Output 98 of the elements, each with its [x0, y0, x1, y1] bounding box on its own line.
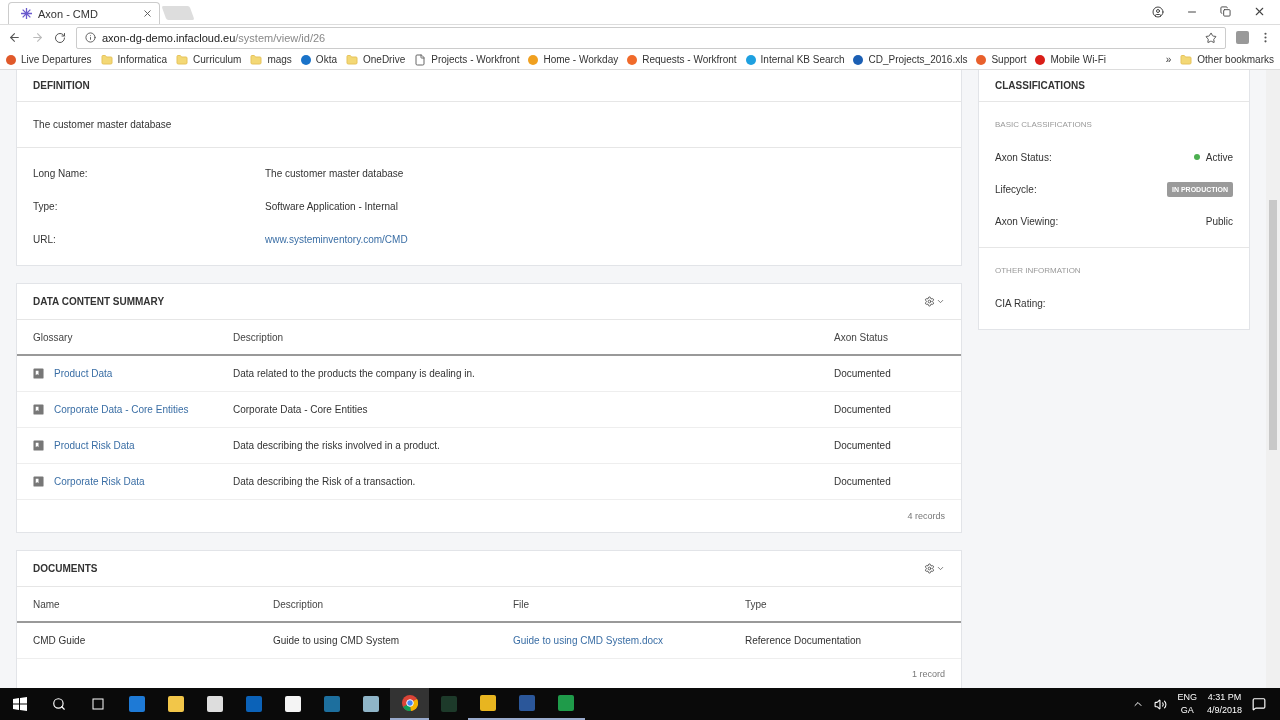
description-text: The customer master database — [33, 119, 172, 130]
app-icon[interactable] — [362, 696, 379, 712]
more-bookmarks-button[interactable]: » — [1165, 54, 1172, 65]
book-icon — [33, 368, 44, 379]
info-icon — [85, 32, 96, 43]
bookmark-link[interactable]: Home - Workday — [528, 54, 619, 65]
bookmark-link[interactable]: Requests - Workfront — [627, 54, 737, 65]
table-cell-text: Data describing the risks involved in a product. — [233, 440, 441, 451]
field-label: Axon Status: — [995, 151, 1052, 163]
language-label[interactable]: ENG — [1177, 691, 1197, 704]
url-path: /system/view/id/26 — [235, 31, 326, 44]
column-header: Description — [233, 331, 285, 343]
table-cell-text: Guide to using CMD System — [273, 635, 401, 646]
card-title: DOCUMENTS — [33, 563, 98, 574]
section-heading: OTHER INFORMATION — [994, 265, 1082, 277]
app-icon[interactable] — [479, 695, 496, 711]
clock-time[interactable]: 4:31 PM — [1207, 691, 1242, 704]
restore-icon[interactable] — [1220, 6, 1231, 17]
glossary-link[interactable]: Corporate Data - Core Entities — [54, 404, 189, 415]
close-icon[interactable] — [1253, 5, 1266, 18]
bookmark-link[interactable]: OneDrive — [346, 53, 406, 66]
browser-tab[interactable]: Axon - CMD — [8, 2, 160, 24]
column-header: Description — [273, 598, 325, 610]
column-header: Type — [745, 598, 768, 610]
field-label: Lifecycle: — [995, 183, 1037, 195]
table-cell-text: CMD Guide — [33, 635, 87, 646]
bookmark-link[interactable]: CD_Projects_2016.xls — [853, 54, 968, 65]
bookmark-link[interactable]: Curriculum — [176, 53, 242, 66]
asterisk-icon — [21, 8, 32, 19]
close-icon[interactable] — [142, 8, 153, 19]
reload-icon[interactable] — [54, 31, 66, 44]
app-icon[interactable] — [557, 695, 574, 711]
table-cell-text: Documented — [834, 476, 892, 487]
url-host: axon-dg-demo.infacloud.eu — [102, 31, 236, 44]
book-icon — [33, 404, 44, 415]
record-count: 4 records — [907, 511, 945, 521]
volume-icon[interactable] — [1154, 697, 1168, 711]
field-label: CIA Rating: — [995, 297, 1046, 309]
layout-label[interactable]: GA — [1180, 704, 1194, 717]
bookmark-link[interactable]: Internal KB Search — [745, 54, 845, 65]
table-cell-text: Documented — [834, 440, 892, 451]
column-header: File — [513, 598, 531, 610]
record-count: 1 record — [911, 669, 945, 679]
card-title: CLASSIFICATIONS — [995, 80, 1085, 91]
glossary-link[interactable]: Product Risk Data — [54, 440, 135, 451]
notification-icon[interactable] — [1252, 697, 1266, 711]
book-icon — [33, 476, 44, 487]
caret-icon — [936, 564, 945, 573]
clock-date[interactable]: 4/9/2018 — [1206, 704, 1242, 717]
card-title: DATA CONTENT SUMMARY — [33, 296, 165, 307]
book-icon — [33, 440, 44, 451]
glossary-link[interactable]: Product Data — [54, 368, 113, 379]
field-value: Software Application - Internal — [265, 201, 399, 212]
field-value: Public — [1205, 215, 1233, 227]
field-label: Axon Viewing: — [995, 215, 1059, 227]
table-cell-text: Documented — [834, 404, 892, 415]
field-label: Type: — [33, 201, 59, 212]
task-view-icon[interactable] — [90, 698, 105, 710]
section-heading: BASIC CLASSIFICATIONS — [994, 119, 1093, 131]
bookmark-link[interactable]: Okta — [300, 54, 337, 65]
caret-icon — [936, 297, 945, 306]
scrollbar[interactable] — [1266, 70, 1280, 688]
search-icon[interactable] — [51, 697, 66, 711]
table-cell-text: Reference Documentation — [745, 635, 863, 646]
settings-button[interactable] — [924, 563, 945, 574]
field-label: URL: — [33, 234, 57, 245]
glossary-link[interactable]: Corporate Risk Data — [54, 476, 145, 487]
bookmark-link[interactable]: Other bookmarks — [1180, 53, 1274, 66]
column-header: Name — [33, 598, 61, 610]
card-title: DEFINITION — [33, 80, 90, 91]
table-cell-text: Documented — [834, 368, 892, 379]
table-cell-text: Data related to the products the company is dealing in. — [233, 368, 476, 379]
gear-icon — [924, 296, 935, 307]
page-icon — [414, 53, 427, 66]
gear-icon — [924, 563, 935, 574]
url-link[interactable]: www.systeminventory.com/CMD — [265, 234, 945, 245]
file-link[interactable]: Guide to using CMD System.docx — [513, 635, 745, 646]
field-label: Long Name: — [33, 168, 89, 179]
settings-button[interactable] — [924, 296, 945, 307]
bookmark-link[interactable]: Live Departures — [6, 54, 92, 65]
table-cell-text: Corporate Data - Core Entities — [233, 404, 369, 415]
column-header: Axon Status — [834, 331, 889, 343]
table-cell-text: Data describing the Risk of a transaction. — [233, 476, 417, 487]
bookmark-link[interactable]: Mobile Wi-Fi — [1035, 54, 1106, 65]
windows-icon[interactable] — [12, 697, 27, 711]
column-header: Glossary — [33, 331, 74, 343]
status-value: Active — [1205, 151, 1233, 163]
back-icon[interactable] — [8, 31, 21, 44]
field-value: The customer master database — [265, 168, 405, 179]
address-bar[interactable]: axon-dg-demo.infacloud.eu/system/view/id/26 — [76, 26, 1226, 49]
bookmark-link[interactable]: Projects - Workfront — [414, 53, 520, 66]
bookmark-link[interactable]: Informatica — [100, 53, 168, 66]
tab-title: Axon - CMD — [38, 7, 99, 20]
star-icon[interactable] — [1205, 31, 1217, 44]
profile-icon[interactable] — [1152, 5, 1164, 18]
bookmark-link[interactable]: mags — [250, 53, 292, 66]
bookmark-link[interactable]: Support — [976, 54, 1027, 65]
chrome-icon[interactable] — [401, 695, 418, 711]
